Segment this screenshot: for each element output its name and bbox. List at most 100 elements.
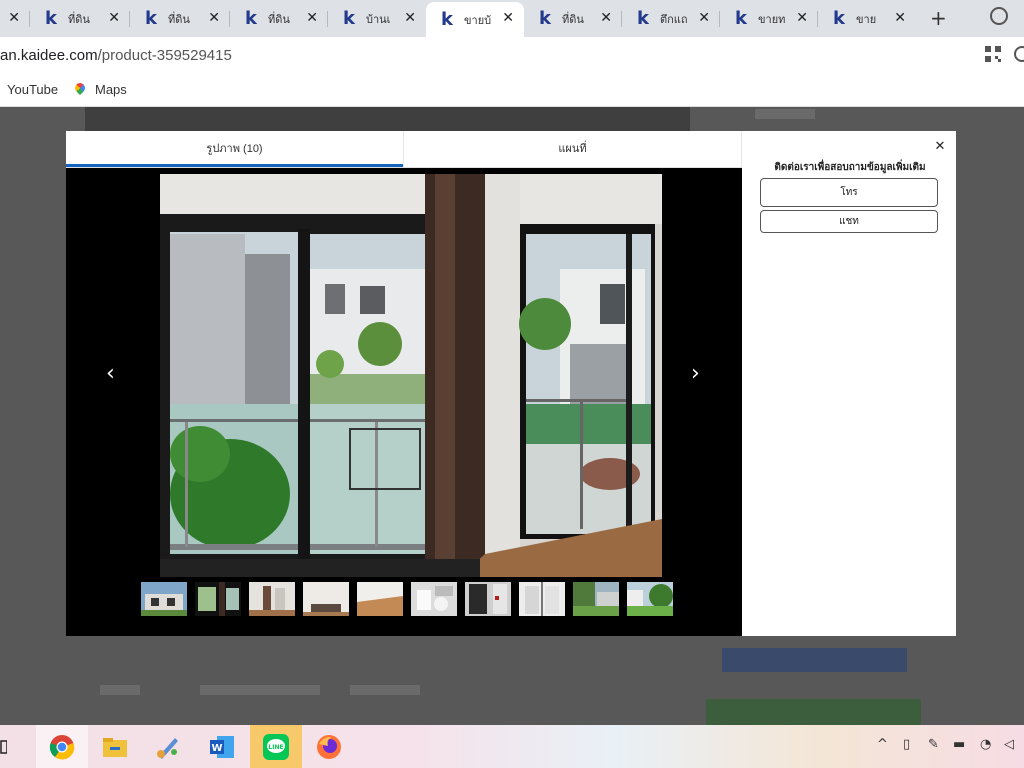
tab-title: ขายบ้ <box>464 14 492 27</box>
kaidee-favicon-icon: k <box>735 8 747 29</box>
tab-close-icon[interactable]: ✕ <box>208 10 220 26</box>
taskbar: W LINE ^ ▯ ✎ ▬ ◔ ◁ <box>0 725 1024 768</box>
kaidee-favicon-icon: k <box>441 9 453 30</box>
browser-tab[interactable]: k ที่ดิน ✕ <box>230 2 328 35</box>
volume-icon[interactable]: ◁ <box>1004 737 1014 752</box>
tab-strip: ✕ k ที่ดิน ✕ k ที่ดิน ✕ k ที่ดิน ✕ k บ้า… <box>0 0 1024 37</box>
thumbnail[interactable] <box>627 582 673 616</box>
address-bar: an.kaidee.com/product-359529415 <box>0 37 1024 74</box>
main-photo <box>160 174 662 577</box>
thumbnail[interactable] <box>357 582 403 616</box>
browser-tab[interactable]: k ที่ดิน ✕ <box>30 2 130 35</box>
kaidee-favicon-icon: k <box>343 8 355 29</box>
tabs-divider <box>66 167 742 168</box>
thumbnail[interactable] <box>519 582 565 616</box>
call-button[interactable]: โทร <box>760 178 938 207</box>
tab-close-icon[interactable]: ✕ <box>404 10 416 26</box>
battery-icon[interactable]: ▬ <box>953 737 965 752</box>
taskbar-line[interactable]: LINE <box>250 725 302 768</box>
photo-modal: รูปภาพ (10) แผนที่ ‹ › ✕ ติดต่อเราเพื่อส… <box>66 131 956 636</box>
chat-button[interactable]: แชท <box>760 210 938 233</box>
chevron-up-icon[interactable]: ^ <box>877 737 888 752</box>
svg-text:W: W <box>211 743 222 754</box>
tab-close-icon[interactable]: ✕ <box>894 10 906 26</box>
bookmark-youtube[interactable]: YouTube <box>7 82 58 97</box>
contact-panel: ✕ ติดต่อเราเพื่อสอบถามข้อมูลเพิ่มเติม โท… <box>742 131 956 636</box>
tab-title: ขาย <box>856 13 877 26</box>
page-text-placeholder <box>100 685 140 695</box>
url-host: an.kaidee.com <box>0 47 98 64</box>
thumbnail[interactable] <box>249 582 295 616</box>
tab-title: ที่ดิน <box>68 13 90 26</box>
tablet-icon[interactable]: ▯ <box>903 737 910 752</box>
page-hero <box>85 107 690 132</box>
svg-text:LINE: LINE <box>268 744 283 751</box>
kaidee-favicon-icon: k <box>833 8 845 29</box>
tab-close-icon[interactable]: ✕ <box>698 10 710 26</box>
taskbar-paint[interactable] <box>142 725 194 768</box>
tab-close-icon[interactable]: ✕ <box>600 10 612 26</box>
tab-close-icon[interactable]: ✕ <box>306 10 318 26</box>
browser-tab[interactable]: k ขาย ✕ <box>818 2 916 35</box>
thumbnail[interactable] <box>573 582 619 616</box>
kaidee-favicon-icon: k <box>45 8 57 29</box>
task-view-button[interactable] <box>0 725 18 768</box>
tab-close-icon[interactable]: ✕ <box>108 10 120 26</box>
line-icon: LINE <box>263 733 289 760</box>
thumbnail[interactable] <box>465 582 511 616</box>
viewer-tabs: รูปภาพ (10) แผนที่ <box>66 131 742 167</box>
thumbnail-selected[interactable] <box>195 582 241 616</box>
extension-icon[interactable] <box>1014 46 1024 62</box>
bookmark-label: YouTube <box>7 82 59 97</box>
tab-close-icon[interactable]: ✕ <box>796 10 808 26</box>
room-photo-image <box>160 174 662 577</box>
tab-title: บ้านเ <box>366 13 391 26</box>
close-icon[interactable]: ✕ <box>932 139 948 155</box>
browser-tab[interactable]: k ตึกแถ ✕ <box>622 2 720 35</box>
tab-title: ตึกแถ <box>660 13 688 26</box>
page-text-placeholder <box>200 685 320 695</box>
thumbnail[interactable] <box>303 582 349 616</box>
taskbar-firefox[interactable] <box>303 725 355 768</box>
tab-photos[interactable]: รูปภาพ (10) <box>66 131 404 167</box>
profile-icon[interactable] <box>990 7 1008 25</box>
browser-tab[interactable]: ✕ <box>0 2 30 35</box>
thumbnail[interactable] <box>411 582 457 616</box>
tab-title: ที่ดิน <box>562 13 584 26</box>
taskbar-chrome[interactable] <box>36 725 88 768</box>
paint-icon <box>157 737 178 759</box>
thumbnail[interactable] <box>141 582 187 616</box>
task-view-icon <box>0 739 7 754</box>
chrome-icon <box>49 734 75 759</box>
tab-title: ขายท <box>758 13 786 26</box>
bookmark-label: Maps <box>95 82 127 97</box>
next-photo-button[interactable]: › <box>691 361 700 386</box>
tab-title: ที่ดิน <box>168 13 190 26</box>
browser-tab[interactable]: k ขายท ✕ <box>720 2 818 35</box>
tab-close-icon[interactable]: ✕ <box>8 10 20 26</box>
taskbar-word[interactable]: W <box>196 725 248 768</box>
bookmarks-bar: YouTube Maps <box>0 74 1024 107</box>
pen-icon[interactable]: ✎ <box>928 737 939 752</box>
taskbar-file-explorer[interactable] <box>89 725 141 768</box>
page-text-placeholder <box>755 109 815 119</box>
new-tab-button[interactable]: + <box>930 6 947 30</box>
tab-map[interactable]: แผนที่ <box>404 131 742 167</box>
page-contact-button <box>722 648 907 672</box>
file-explorer-icon <box>103 737 127 757</box>
word-icon: W <box>210 735 234 758</box>
url-field[interactable]: an.kaidee.com/product-359529415 <box>0 47 232 64</box>
url-path: /product-359529415 <box>97 47 232 64</box>
tab-close-icon[interactable]: ✕ <box>502 10 514 26</box>
browser-tab[interactable]: k ที่ดิน ✕ <box>524 2 622 35</box>
page-text-placeholder <box>350 685 420 695</box>
browser-tab[interactable]: k ที่ดิน ✕ <box>130 2 230 35</box>
tab-title: ที่ดิน <box>268 13 290 26</box>
contact-title: ติดต่อเราเพื่อสอบถามข้อมูลเพิ่มเติม <box>774 162 926 173</box>
browser-tab[interactable]: k บ้านเ ✕ <box>328 2 426 35</box>
qr-code-icon[interactable] <box>985 46 1001 62</box>
bookmark-maps[interactable]: Maps <box>75 82 127 97</box>
previous-photo-button[interactable]: ‹ <box>106 361 115 386</box>
browser-tab-active[interactable]: k ขายบ้ ✕ <box>426 2 524 37</box>
wifi-icon[interactable]: ◔ <box>980 737 991 752</box>
